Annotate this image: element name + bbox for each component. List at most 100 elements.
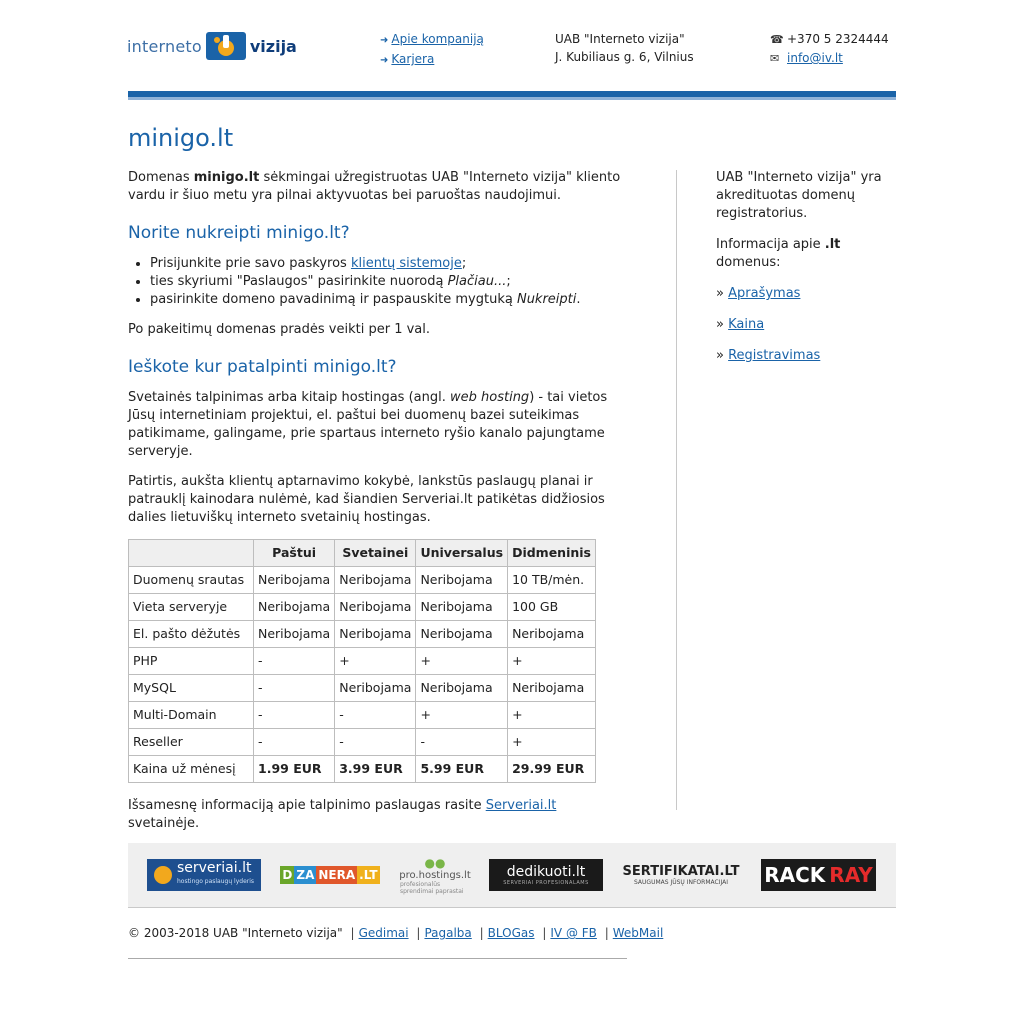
dedikuoti-logo-tagline: SERVERIAI PROFESIONALAMS: [503, 880, 589, 886]
dedikuoti-logo-name: dedikuoti.lt: [506, 864, 586, 880]
bullet-icon: »: [716, 348, 724, 363]
table-cell: -: [252, 728, 336, 756]
client-system-link[interactable]: klientų sistemoje: [351, 256, 462, 271]
sidebar-link-registration[interactable]: Registravimas: [728, 348, 820, 363]
step-text: ties skyriumi "Paslaugos" pasirinkite nu…: [150, 274, 448, 289]
table-row-label: Reseller: [128, 728, 254, 756]
serveriai-logo-text: serveriai.lt hostingo paslaugų lyderis: [176, 860, 254, 888]
table-cell: 3.99 EUR: [334, 755, 417, 783]
footer-link-pagalba[interactable]: Pagalba: [424, 926, 471, 940]
column-divider: [676, 170, 677, 810]
table-header-row: Paštui Svetainei Universalus Didmeninis: [128, 539, 596, 567]
sidebar-info-tld: .lt: [824, 237, 841, 252]
nav-item-career: ➜ Karjera: [380, 50, 484, 70]
nav-item-about: ➜ Apie kompaniją: [380, 30, 484, 50]
sidebar: UAB "Interneto vizija" yra akredituotas …: [716, 169, 896, 378]
dzanera-logo-part: .LT: [357, 866, 380, 884]
bullet-icon: »: [716, 317, 724, 332]
footer-link-gedimai[interactable]: Gedimai: [359, 926, 409, 940]
company-logo[interactable]: interneto vizija: [127, 30, 297, 62]
prohostings-logo-name: pro.hostings.lt: [399, 869, 471, 881]
main-content: Domenas minigo.lt sėkmingai užregistruot…: [128, 169, 628, 845]
table-row: PHP - + + +: [128, 647, 596, 675]
table-cell: +: [415, 701, 509, 729]
phone-icon: ☎: [770, 33, 784, 46]
table-cell: +: [507, 701, 596, 729]
table-cell: +: [415, 647, 509, 675]
sertifikatai-logo-name: SERTIFIKATAI.LT: [622, 864, 740, 879]
table-row-label: Multi-Domain: [128, 701, 254, 729]
company-name: UAB "Interneto vizija": [555, 32, 685, 46]
bullet-icon: »: [716, 286, 724, 301]
footer-link-webmail[interactable]: WebMail: [613, 926, 664, 940]
dzanera-logo-part: NERA: [316, 866, 358, 884]
table-cell: -: [252, 647, 336, 675]
table-cell: Neribojama: [334, 593, 417, 621]
sidebar-link-description[interactable]: Aprašymas: [728, 286, 800, 301]
step-text: pasirinkite domeno pavadinimą ir paspaus…: [150, 292, 517, 307]
header-divider-light: [128, 97, 896, 100]
table-cell: +: [334, 647, 417, 675]
serveriai-link[interactable]: Serveriai.lt: [486, 798, 557, 813]
table-cell: -: [334, 701, 417, 729]
table-header-cell: [128, 539, 254, 567]
table-cell: -: [334, 728, 417, 756]
footer: © 2003-2018 UAB "Interneto vizija" | Gedi…: [128, 926, 663, 940]
list-item: ties skyriumi "Paslaugos" pasirinkite nu…: [150, 273, 628, 291]
hosting-closing: Išsamesnę informaciją apie talpinimo pas…: [128, 797, 628, 833]
sidebar-info-text-end: domenus:: [716, 255, 781, 270]
nav-link-about[interactable]: Apie kompaniją: [391, 32, 484, 46]
table-cell: Neribojama: [252, 620, 336, 648]
logo-mark-icon: [205, 32, 246, 60]
table-cell: Neribojama: [415, 566, 509, 594]
footer-link-facebook[interactable]: IV @ FB: [550, 926, 597, 940]
closing-text-end: svetainėje.: [128, 816, 200, 831]
sidebar-item-registration: » Registravimas: [716, 347, 896, 365]
email-link[interactable]: info@iv.lt: [787, 51, 843, 65]
table-cell: 100 GB: [507, 593, 596, 621]
sertifikatai-logo[interactable]: SERTIFIKATAI.LT SAUGUMAS JŪSŲ INFORMACIJ…: [623, 859, 740, 891]
table-header-cell: Universalus: [415, 539, 509, 567]
redirect-steps-list: Prisijunkite prie savo paskyros klientų …: [128, 255, 628, 309]
table-cell: Neribojama: [334, 620, 417, 648]
table-row: MySQL - Neribojama Neribojama Neribojama: [128, 674, 596, 702]
dzanera-logo-part: ZA: [294, 866, 317, 884]
step-emphasis: Nukreipti: [516, 292, 577, 307]
serveriai-dot-icon: [153, 866, 172, 884]
serveriai-logo[interactable]: serveriai.lt hostingo paslaugų lyderis: [147, 859, 261, 891]
footer-separator: |: [604, 926, 609, 940]
table-cell: Neribojama: [507, 674, 596, 702]
sertifikatai-logo-tagline: SAUGUMAS JŪSŲ INFORMACIJAI: [634, 879, 728, 886]
rackray-logo-rack: RACK: [764, 863, 826, 887]
sidebar-link-price[interactable]: Kaina: [728, 317, 764, 332]
hosting-text: Svetainės talpinimas arba kitaip hosting…: [128, 390, 450, 405]
table-cell: Neribojama: [252, 593, 336, 621]
table-header-cell: Paštui: [252, 539, 336, 567]
table-row: Kaina už mėnesį 1.99 EUR 3.99 EUR 5.99 EUR 2…: [128, 755, 596, 783]
prohostings-logo[interactable]: ●● pro.hostings.lt profesionalūs sprendi…: [399, 856, 471, 895]
list-item: Prisijunkite prie savo paskyros klientų …: [150, 255, 628, 273]
redirect-note: Po pakeitimų domenas pradės veikti per 1…: [128, 322, 431, 337]
nav-link-career[interactable]: Karjera: [391, 52, 434, 66]
intro-domain: minigo.lt: [193, 170, 260, 185]
table-cell: +: [507, 647, 596, 675]
dedikuoti-logo[interactable]: dedikuoti.lt SERVERIAI PROFESIONALAMS: [489, 859, 603, 891]
table-row: Duomenų srautas Neribojama Neribojama Nerib…: [128, 566, 596, 594]
table-cell: 10 TB/mėn.: [507, 566, 596, 594]
table-cell: +: [507, 728, 596, 756]
table-row-label: PHP: [128, 647, 254, 675]
table-cell: 5.99 EUR: [415, 755, 509, 783]
phone-number: +370 5 2324444: [787, 32, 889, 46]
table-cell: Neribojama: [252, 566, 336, 594]
hosting-emphasis: web hosting: [450, 390, 530, 405]
table-cell: Neribojama: [415, 620, 509, 648]
serveriai-logo-name: serveriai.lt: [176, 860, 252, 876]
dzanera-logo[interactable]: D ZA NERA .LT: [280, 859, 380, 891]
phone-line: ☎ +370 5 2324444: [770, 30, 889, 49]
table-cell: Neribojama: [334, 674, 417, 702]
sidebar-accreditation: UAB "Interneto vizija" yra akredituotas …: [716, 170, 882, 221]
rackray-logo[interactable]: RACK RAY: [761, 859, 876, 891]
table-row: Vieta serveryje Neribojama Neribojama Nerib…: [128, 593, 596, 621]
closing-text: Išsamesnę informaciją apie talpinimo pas…: [128, 798, 486, 813]
footer-link-blog[interactable]: BLOGas: [488, 926, 535, 940]
